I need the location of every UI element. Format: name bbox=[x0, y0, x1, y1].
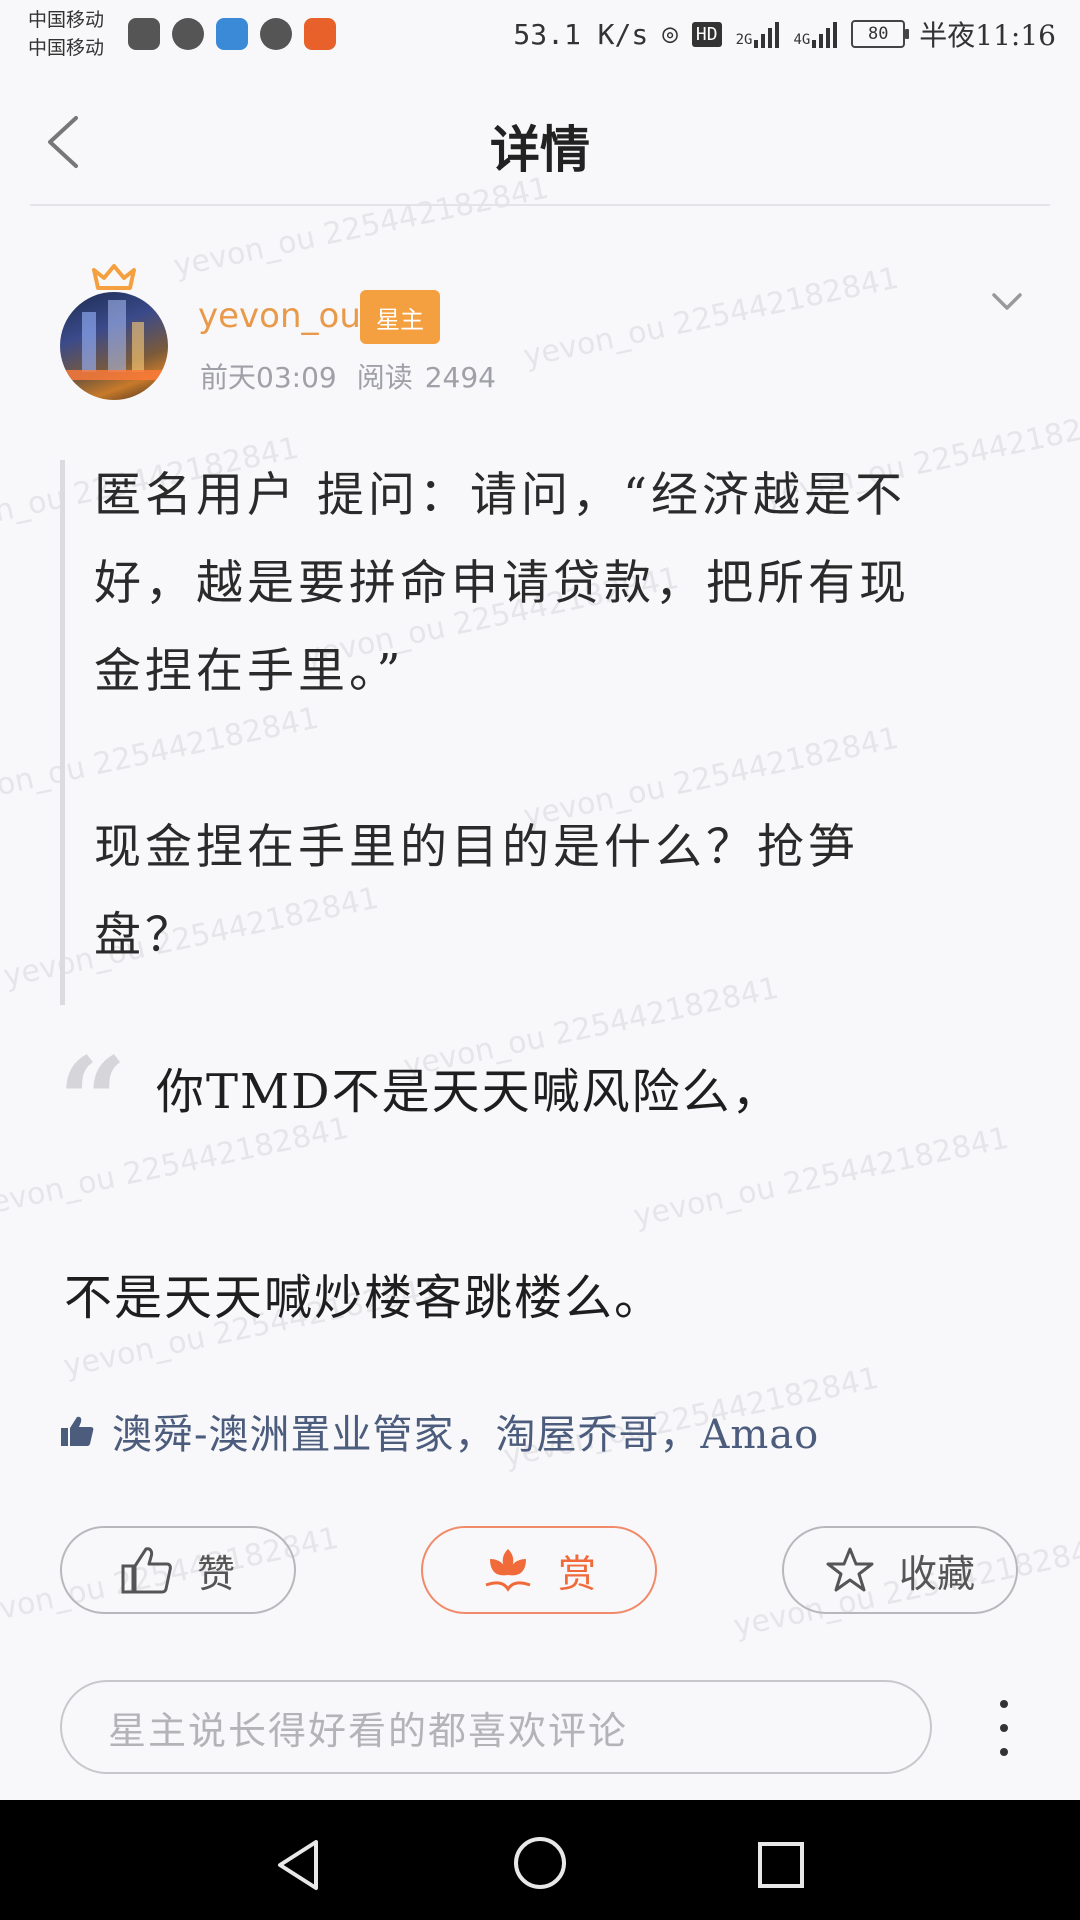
quote-line: 好，越是要拼命申请贷款，把所有现 bbox=[94, 556, 910, 611]
reads-count: 2494 bbox=[424, 361, 496, 394]
system-nav-bar bbox=[0, 1800, 1080, 1920]
clock: 半夜11:16 bbox=[919, 19, 1056, 52]
notification-icons bbox=[128, 18, 336, 50]
status-right: 53.1 K/s ◎ HD 2G 4G 80 半夜11:16 bbox=[513, 14, 1056, 54]
like-button[interactable]: 赞 bbox=[60, 1526, 296, 1614]
carrier-label: 中国移动 bbox=[28, 37, 105, 59]
network-speed: 53.1 K/s bbox=[513, 17, 649, 51]
shield-icon bbox=[216, 18, 248, 50]
watermark: yevon_ou 225442182841 bbox=[0, 1110, 352, 1225]
quote-line: 匿名用户 提问：请问，“经济越是不 bbox=[94, 468, 906, 523]
quote-mark: “ bbox=[58, 1031, 128, 1172]
answer-text: 不是天天喊炒楼客跳楼么。 bbox=[64, 1270, 665, 1326]
divider bbox=[30, 204, 1050, 206]
status-bar: 中国移动 中国移动 53.1 K/s ◎ HD 2G 4G 80 半夜11:16 bbox=[0, 0, 1080, 70]
nav-back-icon[interactable] bbox=[270, 1836, 328, 1894]
message-icon bbox=[260, 18, 292, 50]
app-notification-icon bbox=[304, 18, 336, 50]
answer-text: 你TMD不是天天喊风险么， bbox=[156, 1064, 782, 1120]
quote-line: 盘？ bbox=[94, 908, 196, 963]
post-date: 前天03:09 bbox=[200, 361, 337, 394]
star-owner-badge: 星主 bbox=[360, 290, 440, 344]
reads-label: 阅读 bbox=[356, 361, 413, 394]
comment-input[interactable]: 星主说长得好看的都喜欢评论 bbox=[60, 1680, 932, 1774]
post-meta: 前天03:09 阅读 2494 bbox=[200, 356, 516, 396]
nav-home-icon[interactable] bbox=[511, 1834, 569, 1892]
likes-row: 澳舜-澳洲置业管家，淘屋乔哥，Amao bbox=[60, 1402, 819, 1460]
quote-text: 匿名用户 提问：请问，“经济越是不 好，越是要拼命申请贷款，把所有现 金捏在手里… bbox=[94, 452, 1054, 980]
like-label: 赞 bbox=[196, 1551, 235, 1596]
quote-line: 金捏在手里。” bbox=[94, 644, 405, 699]
app-notification-icon bbox=[128, 18, 160, 50]
flower-icon bbox=[485, 1549, 531, 1592]
avatar[interactable] bbox=[60, 292, 168, 400]
hotspot-icon: ◎ bbox=[662, 19, 678, 49]
signal-icon: 2G bbox=[736, 20, 780, 48]
quote-line: 现金捏在手里的目的是什么？抢笋 bbox=[94, 820, 859, 875]
quote-bar bbox=[60, 460, 65, 1005]
chevron-down-icon[interactable] bbox=[990, 290, 1024, 314]
collect-label: 收藏 bbox=[898, 1551, 975, 1596]
signal-icon: 4G bbox=[793, 20, 838, 48]
nav-recents-icon[interactable] bbox=[752, 1836, 810, 1894]
reward-button[interactable]: 赏 bbox=[421, 1526, 657, 1614]
hd-icon: HD bbox=[691, 21, 722, 47]
carrier-label: 中国移动 bbox=[28, 9, 105, 31]
watermark: yevon_ou 225442182841 bbox=[630, 1120, 1012, 1235]
thumbs-up-icon bbox=[121, 1547, 172, 1594]
battery-icon: 80 bbox=[851, 20, 910, 48]
crown-icon bbox=[92, 264, 136, 290]
star-icon bbox=[826, 1547, 874, 1592]
author-name[interactable]: yevon_ou bbox=[198, 296, 361, 336]
wechat-icon bbox=[172, 18, 204, 50]
likes-list[interactable]: 澳舜-澳洲置业管家，淘屋乔哥，Amao bbox=[112, 1402, 819, 1460]
more-options-icon[interactable] bbox=[996, 1700, 1012, 1756]
header: 详情 bbox=[0, 70, 1080, 204]
thumbs-up-icon bbox=[61, 1416, 94, 1446]
watermark: yevon_ou 225442182841 bbox=[520, 260, 902, 375]
page-title: 详情 bbox=[490, 120, 590, 179]
collect-button[interactable]: 收藏 bbox=[782, 1526, 1018, 1614]
reward-label: 赏 bbox=[557, 1551, 596, 1596]
